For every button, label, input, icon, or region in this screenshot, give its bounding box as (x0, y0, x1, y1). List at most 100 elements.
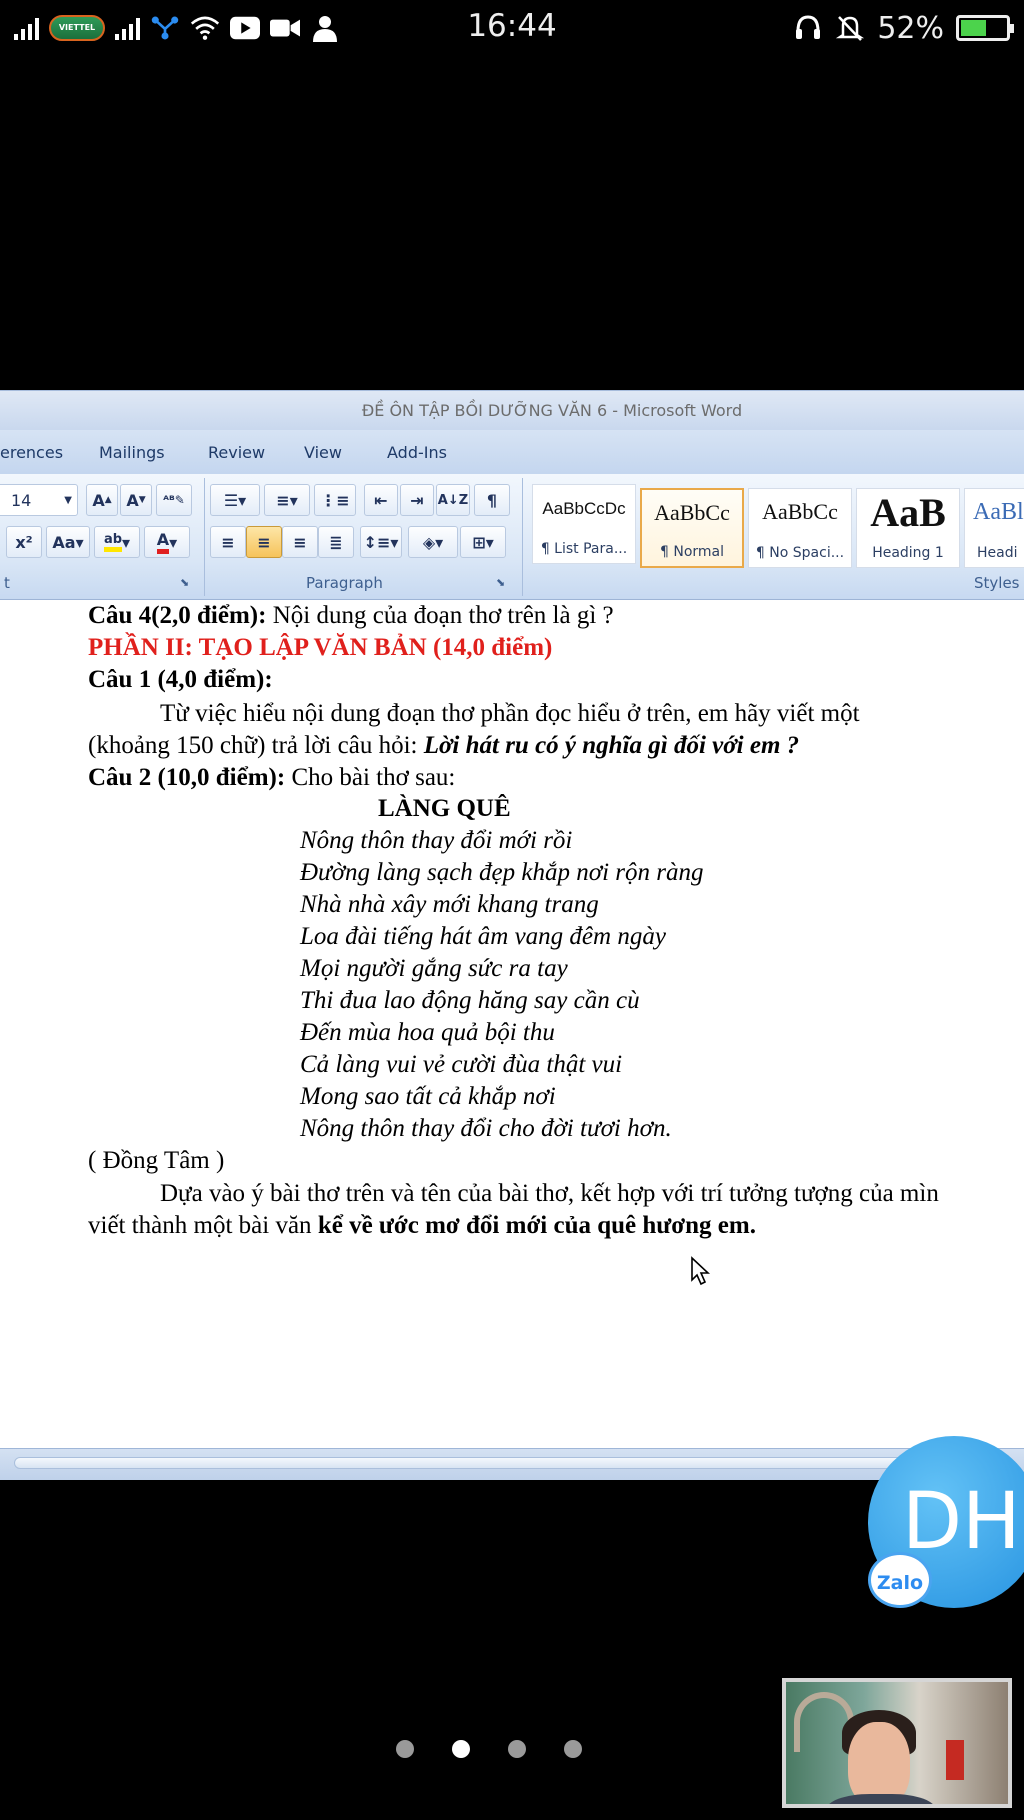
poem-line: Mong sao tất cả khắp nơi (300, 1083, 556, 1110)
question-1-heading: Câu 1 (4,0 điểm): (88, 666, 273, 693)
tab-review[interactable]: Review (208, 443, 265, 462)
poem-line: Đường làng sạch đẹp khắp nơi rộn ràng (300, 859, 704, 886)
mute-bell-icon (835, 13, 865, 43)
person-body (826, 1794, 936, 1804)
horizontal-scrollbar[interactable] (0, 1448, 1024, 1480)
styles-group-label: Styles (974, 574, 1020, 592)
mouse-cursor-icon (691, 1256, 711, 1286)
question-1-line-2-text: (khoảng 150 chữ) trả lời câu hỏi: (88, 732, 424, 759)
battery-percent: 52% (877, 10, 944, 46)
question-1-line-2: (khoảng 150 chữ) trả lời câu hỏi: Lời há… (88, 732, 799, 760)
scrollbar-thumb[interactable] (14, 1457, 1014, 1469)
ribbon-tabs: erences Mailings Review View Add-Ins (0, 430, 1024, 474)
zalo-badge[interactable]: Zalo (868, 1552, 932, 1608)
style-sample: AaBbCc (654, 500, 730, 525)
highlight-color-button[interactable]: ab ▾ (94, 526, 140, 558)
poem-title: LÀNG QUÊ (378, 795, 511, 822)
font-color-icon: A (156, 530, 170, 554)
tab-add-ins[interactable]: Add-Ins (387, 443, 447, 462)
poem-line: Đến mùa hoa quả bội thu (300, 1019, 555, 1046)
question-4-text: Nội dung của đoạn thơ trên là gì ? (266, 602, 614, 629)
battery-icon (956, 15, 1014, 41)
justify-button[interactable]: ≣ (318, 526, 354, 558)
borders-button[interactable]: ⊞▾ (460, 526, 506, 558)
headset-icon (793, 13, 823, 43)
shading-button[interactable]: ◈▾ (408, 526, 458, 558)
superscript-button[interactable]: x² (6, 526, 42, 558)
page-dot[interactable] (508, 1740, 526, 1758)
window-title: ĐỀ ÔN TẬP BỒI DƯỠNG VĂN 6 - Microsoft Wo… (0, 390, 1024, 430)
question-2-heading: Câu 2 (10,0 điểm): (88, 764, 286, 791)
multilevel-list-button[interactable]: ⋮≡ (314, 484, 356, 516)
shrink-font-button[interactable]: A ▼ (120, 484, 152, 516)
task-line-2-emphasis: kể về ước mơ đổi mới của quê hương em. (317, 1212, 756, 1239)
tab-references[interactable]: erences (0, 443, 63, 462)
style-list-paragraph[interactable]: AaBbCcDc ¶ List Para... (532, 484, 636, 564)
decrease-indent-button[interactable]: ⇤ (364, 484, 398, 516)
dialog-launcher-icon[interactable]: ⬊ (496, 576, 505, 589)
align-left-button[interactable]: ≡ (210, 526, 246, 558)
font-color-button[interactable]: A ▾ (144, 526, 190, 558)
poem-line: Mọi người gắng sức ra tay (300, 955, 568, 982)
paragraph-group-label: Paragraph (306, 574, 383, 592)
sort-button[interactable]: A↓Z (436, 484, 470, 516)
page-indicator (0, 1740, 1024, 1758)
poem-author: ( Đồng Tâm ) (88, 1147, 225, 1174)
show-formatting-button[interactable]: ¶ (474, 484, 510, 516)
style-no-spacing[interactable]: AaBbCc ¶ No Spaci... (748, 488, 852, 568)
battery-fill (961, 20, 986, 36)
poem-line: Thi đua lao động hăng say cần cù (300, 987, 640, 1014)
poem-line: Loa đài tiếng hát âm vang đêm ngày (300, 923, 666, 950)
style-name: ¶ Normal (659, 544, 724, 560)
style-heading-2[interactable]: AaBl Headi (964, 488, 1024, 568)
page-dot[interactable] (564, 1740, 582, 1758)
style-sample: AaB (870, 490, 946, 535)
part-2-heading: PHẦN II: TẠO LẬP VĂN BẢN (14,0 điểm) (88, 634, 553, 661)
tab-mailings[interactable]: Mailings (99, 443, 165, 462)
poem-line: Nông thôn thay đổi mới rồi (300, 827, 573, 854)
style-heading-1[interactable]: AaB Heading 1 (856, 488, 960, 568)
font-size-value: 14 (11, 490, 32, 510)
style-name: ¶ No Spaci... (755, 545, 845, 561)
question-4-heading: Câu 4(2,0 điểm): (88, 602, 267, 629)
dialog-launcher-icon[interactable]: ⬊ (180, 576, 189, 589)
increase-indent-button[interactable]: ⇥ (400, 484, 434, 516)
ribbon: 14 ▼ A ▲ A ▼ ᴬᴮ✎ x² Aa▾ ab ▾ A ▾ t ⬊ ☰▾ ≡▾ ⋮≡… (0, 474, 1024, 600)
question-1-line-1: Từ việc hiểu nội dung đoạn thơ phần đọc … (160, 700, 860, 727)
style-sample: AaBl (973, 499, 1024, 525)
font-group-label: t (4, 574, 10, 592)
page-dot[interactable] (396, 1740, 414, 1758)
status-right-icons: 52% (793, 10, 1014, 46)
group-separator (204, 478, 205, 596)
tab-view[interactable]: View (304, 443, 342, 462)
style-normal[interactable]: AaBbCc ¶ Normal (640, 488, 744, 568)
style-name: ¶ List Para... (540, 541, 628, 557)
line-spacing-button[interactable]: ↕≡▾ (360, 526, 402, 558)
page-dot[interactable] (452, 1740, 470, 1758)
style-sample: AaBbCc (762, 499, 838, 524)
clear-formatting-button[interactable]: ᴬᴮ✎ (156, 484, 192, 516)
align-right-button[interactable]: ≡ (282, 526, 318, 558)
poem-line: Nông thôn thay đổi cho đời tươi hơn. (300, 1115, 672, 1142)
poem-line: Nhà nhà xây mới khang trang (300, 891, 599, 918)
bullets-button[interactable]: ☰▾ (210, 484, 260, 516)
question-1-prompt: Lời hát ru có ý nghĩa gì đối với em ? (423, 732, 800, 759)
align-center-button[interactable]: ≡ (246, 526, 282, 558)
word-window: ĐỀ ÔN TẬP BỒI DƯỠNG VĂN 6 - Microsoft Wo… (0, 390, 1024, 1480)
change-case-button[interactable]: Aa▾ (46, 526, 90, 558)
question-2: Câu 2 (10,0 điểm): Cho bài thơ sau: (88, 764, 455, 792)
group-separator (522, 478, 523, 596)
question-2-text: Cho bài thơ sau: (285, 764, 456, 791)
document-page[interactable]: Câu 4(2,0 điểm): Nội dung của đoạn thơ t… (0, 602, 1024, 1448)
style-name: Heading 1 (872, 545, 944, 561)
chevron-down-icon: ▼ (64, 494, 72, 506)
font-size-dropdown[interactable]: 14 ▼ (0, 484, 78, 516)
status-bar: VIETTEL 16:44 52% (0, 0, 1024, 56)
highlighter-icon: ab (103, 532, 123, 552)
poem-line: Cả làng vui vẻ cười đùa thật vui (300, 1051, 623, 1078)
numbering-button[interactable]: ≡▾ (264, 484, 310, 516)
style-name: Headi (977, 545, 1018, 561)
task-line-2: viết thành một bài văn kể về ước mơ đổi … (88, 1212, 756, 1240)
grow-font-button[interactable]: A ▲ (86, 484, 118, 516)
style-sample: AaBbCcDc (542, 499, 626, 518)
